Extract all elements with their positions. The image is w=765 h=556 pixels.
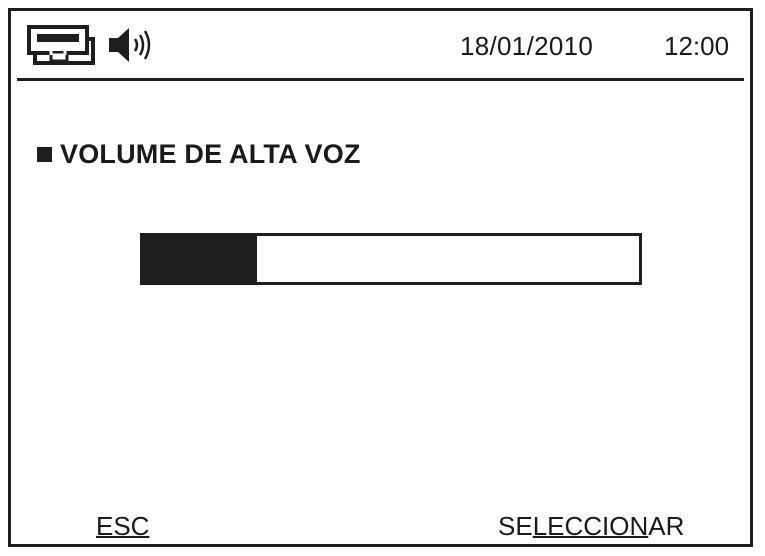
volume-level-fill bbox=[143, 236, 258, 282]
setting-title-row: VOLUME DE ALTA VOZ bbox=[37, 139, 361, 170]
select-softkey-underlined: LECCION bbox=[532, 511, 649, 541]
status-time: 12:00 bbox=[664, 31, 730, 61]
status-date: 18/01/2010 bbox=[460, 31, 594, 61]
speaker-volume-icon bbox=[107, 25, 159, 70]
volume-level-bar[interactable] bbox=[140, 233, 642, 285]
select-softkey-prefix: SE bbox=[498, 511, 533, 541]
status-bar: 18/01/2010 12:00 bbox=[11, 11, 750, 81]
device-screen: 18/01/2010 12:00 VOLUME DE ALTA VOZ ESC … bbox=[8, 8, 753, 547]
bullet-square-icon bbox=[37, 147, 52, 162]
select-softkey[interactable]: SELECCIONAR bbox=[498, 511, 684, 542]
network-connection-icon bbox=[27, 25, 99, 74]
esc-softkey[interactable]: ESC bbox=[96, 511, 149, 542]
setting-title: VOLUME DE ALTA VOZ bbox=[60, 139, 361, 169]
select-softkey-suffix: AR bbox=[648, 511, 685, 541]
header-divider bbox=[17, 78, 744, 81]
